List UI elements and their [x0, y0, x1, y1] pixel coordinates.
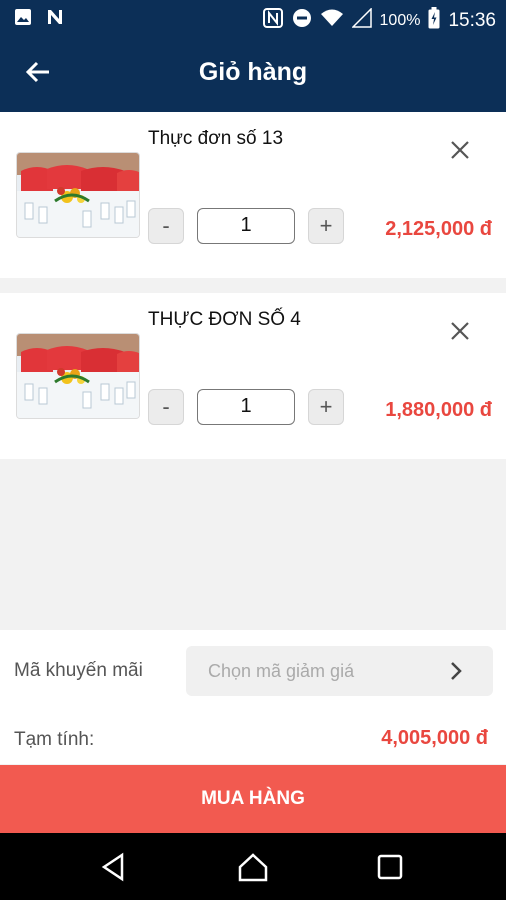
- nav-recents-button[interactable]: [374, 851, 406, 883]
- remove-item-button[interactable]: [448, 319, 472, 343]
- product-thumbnail: [16, 333, 140, 419]
- app-bar: Giỏ hàng: [0, 36, 506, 112]
- increase-quantity-button[interactable]: +: [308, 208, 344, 244]
- battery-percent: 100%: [379, 11, 421, 29]
- item-name: THỰC ĐƠN SỐ 4: [148, 309, 301, 330]
- remove-item-button[interactable]: [448, 138, 472, 162]
- order-summary-panel: Mã khuyến mãi Chọn mã giảm giá Tạm tính:…: [0, 630, 506, 764]
- item-price: 2,125,000 đ: [385, 218, 492, 240]
- signal-icon: [350, 7, 372, 33]
- n-icon: [46, 8, 64, 31]
- square-recents-icon: [374, 854, 406, 887]
- promo-code-placeholder: Chọn mã giảm giá: [208, 661, 355, 681]
- home-icon: [237, 853, 269, 887]
- promo-code-label: Mã khuyến mãi: [14, 660, 143, 681]
- subtotal-label: Tạm tính:: [14, 729, 95, 750]
- do-not-disturb-icon: [292, 8, 312, 33]
- nav-home-button[interactable]: [237, 851, 269, 883]
- image-icon: [14, 8, 32, 31]
- subtotal-value: 4,005,000 đ: [381, 727, 488, 749]
- cart-item: THỰC ĐƠN SỐ 4 - 1 + 1,880,000 đ: [0, 293, 506, 459]
- decrease-quantity-button[interactable]: -: [148, 208, 184, 244]
- decrease-quantity-button[interactable]: -: [148, 389, 184, 425]
- triangle-back-icon: [98, 852, 130, 887]
- status-bar: 100% 15:36: [0, 0, 506, 36]
- clock: 15:36: [448, 9, 496, 31]
- item-price: 1,880,000 đ: [385, 399, 492, 421]
- close-icon: [448, 141, 472, 166]
- battery-icon: [428, 7, 440, 34]
- nfc-icon: [262, 7, 284, 34]
- nav-back-button[interactable]: [98, 851, 130, 883]
- system-nav-bar: [0, 833, 506, 900]
- cart-item: Thực đơn số 13 - 1 + 2,125,000 đ: [0, 112, 506, 278]
- wifi-icon: [320, 8, 344, 33]
- page-title: Giỏ hàng: [198, 58, 308, 86]
- item-name: Thực đơn số 13: [148, 128, 284, 149]
- chevron-right-icon: [449, 659, 463, 688]
- quantity-input[interactable]: 1: [197, 208, 295, 244]
- buy-button[interactable]: MUA HÀNG: [0, 765, 506, 833]
- close-icon: [448, 322, 472, 347]
- product-thumbnail: [16, 152, 140, 238]
- promo-code-selector[interactable]: Chọn mã giảm giá: [186, 646, 493, 696]
- quantity-input[interactable]: 1: [197, 389, 295, 425]
- increase-quantity-button[interactable]: +: [308, 389, 344, 425]
